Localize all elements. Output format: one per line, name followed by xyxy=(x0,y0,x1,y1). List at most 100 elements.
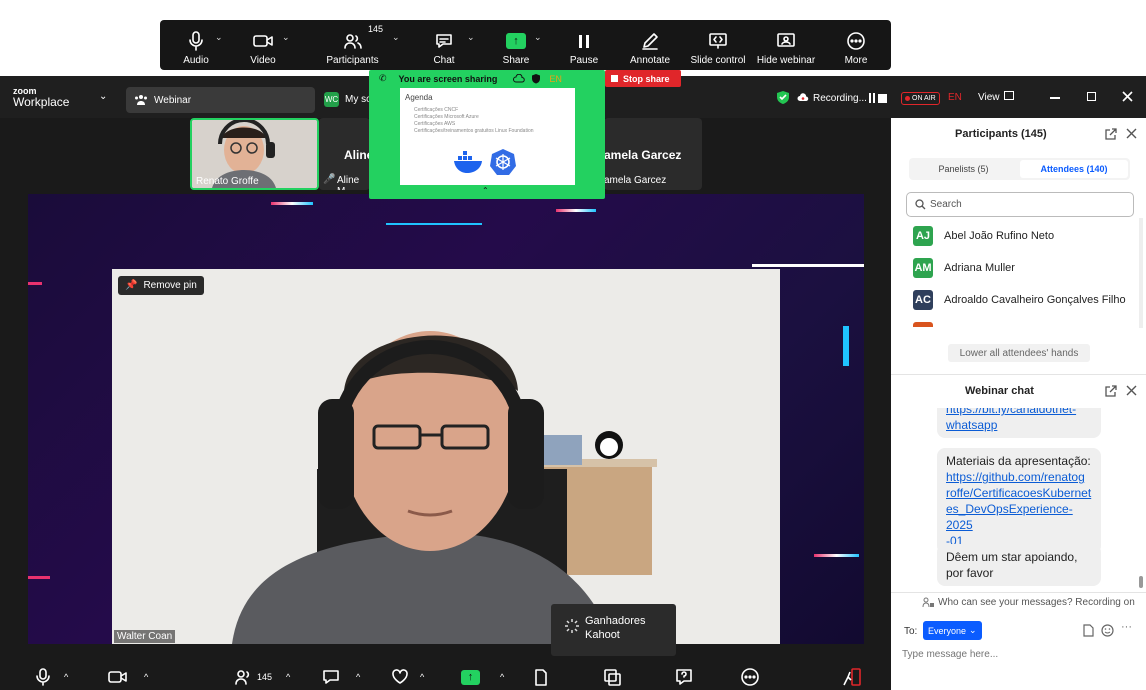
pinned-speaker-video[interactable]: 📌 Remove pin Walter Coan xyxy=(112,269,780,644)
participants-tabs: Panelists (5) Attendees (140) xyxy=(909,158,1130,180)
bottom-chat-icon xyxy=(323,670,339,684)
audio-options-caret[interactable]: ⌄ xyxy=(215,32,223,43)
chat-popout-icon[interactable] xyxy=(1105,385,1117,397)
video-label: Video xyxy=(250,55,276,66)
recording-pause-icon[interactable] xyxy=(869,93,875,103)
video-tile-pamela[interactable]: amela Garcez amela Garcez xyxy=(604,118,702,190)
attendee-row[interactable]: AJ Abel João Rufino Neto xyxy=(913,226,1054,246)
search-placeholder: Search xyxy=(930,199,962,210)
bottom-participants-button[interactable]: 145 ^ xyxy=(235,668,290,686)
bottom-apps-button[interactable] xyxy=(603,668,623,686)
bottom-whiteboard-button[interactable] xyxy=(534,668,548,686)
bottom-video-button[interactable]: ^ xyxy=(108,668,148,686)
audio-button[interactable]: Audio xyxy=(180,20,212,70)
attendee-avatar: AJ xyxy=(913,226,933,246)
bottom-more-button[interactable] xyxy=(740,668,760,686)
attendee-row[interactable]: AC Adroaldo Cavalheiro Gonçalves Filho xyxy=(913,290,1126,310)
bottom-share-icon: ↑ xyxy=(461,669,480,685)
docker-logo-icon xyxy=(454,151,482,173)
close-window-icon[interactable] xyxy=(1122,91,1133,102)
video-button[interactable]: Video xyxy=(248,20,278,70)
chat-link[interactable]: https://bit.ly/canaldotnet- xyxy=(946,408,1076,416)
meeting-name: My so xyxy=(345,94,372,105)
video-tile-aline[interactable]: Aline 🎤 Aline M xyxy=(319,118,370,190)
more-label: More xyxy=(844,55,868,66)
grid-view-icon[interactable] xyxy=(1004,91,1014,100)
participants-scrollbar[interactable] xyxy=(1139,218,1143,328)
stop-share-button[interactable]: Stop share xyxy=(605,70,681,87)
bottom-share-caret[interactable]: ^ xyxy=(500,672,504,682)
bottom-video-caret[interactable]: ^ xyxy=(144,672,148,682)
webinar-people-icon xyxy=(135,95,147,105)
tab-panelists[interactable]: Panelists (5) xyxy=(911,160,1016,178)
chat-message: https://bit.ly/canaldotnet- whatsapp xyxy=(937,408,1101,438)
panel-divider xyxy=(891,374,1146,375)
bottom-share-button[interactable]: ↑ ^ xyxy=(461,668,504,686)
share-button[interactable]: ↑ Share xyxy=(502,20,530,70)
meeting-toolbar: ^ ^ 145 ^ ^ ^ ↑ ^ xyxy=(0,662,891,690)
participants-search[interactable]: Search xyxy=(906,192,1134,217)
bottom-reactions-caret[interactable]: ^ xyxy=(420,672,424,682)
video-tile-renato[interactable]: Renato Groffe xyxy=(190,118,319,190)
webinar-tab[interactable]: Webinar xyxy=(126,87,315,113)
chat-link[interactable]: whatsapp xyxy=(946,418,997,432)
chat-link[interactable]: https://github.com/renatog xyxy=(946,470,1085,484)
recording-status[interactable]: Recording... xyxy=(813,93,867,104)
remove-pin-button[interactable]: 📌 Remove pin xyxy=(118,276,204,295)
shared-window-tooltip[interactable]: Ganhadores Kahoot xyxy=(551,604,676,656)
chat-options-caret[interactable]: ⌄ xyxy=(467,32,475,43)
close-participants-icon[interactable] xyxy=(1126,128,1137,139)
maximize-icon[interactable] xyxy=(1087,92,1096,101)
bottom-qa-button[interactable] xyxy=(675,668,693,686)
bottom-audio-button[interactable]: ^ xyxy=(36,668,68,686)
chat-more-icon[interactable]: ··· xyxy=(1121,621,1132,633)
bottom-leave-button[interactable] xyxy=(842,668,862,686)
document-icon xyxy=(535,668,547,686)
decor-bar-right xyxy=(752,264,864,267)
participants-options-caret[interactable]: ⌄ xyxy=(392,32,400,43)
share-options-caret[interactable]: ⌄ xyxy=(534,32,542,43)
lower-hands-button[interactable]: Lower all attendees' hands xyxy=(948,344,1090,362)
expand-chevron-icon[interactable]: ⌃ xyxy=(482,186,489,195)
close-chat-icon[interactable] xyxy=(1126,385,1137,396)
pause-share-button[interactable]: Pause xyxy=(570,20,598,70)
bottom-participants-caret[interactable]: ^ xyxy=(286,672,290,682)
minimize-icon[interactable] xyxy=(1050,97,1060,99)
bottom-chat-caret[interactable]: ^ xyxy=(356,672,360,682)
hide-webinar-button[interactable]: Hide webinar xyxy=(757,20,815,70)
bottom-chat-button[interactable]: ^ xyxy=(322,668,360,686)
recipient-select[interactable]: Everyone ⌄ xyxy=(923,621,982,640)
chat-messages: https://bit.ly/canaldotnet- whatsapp Mat… xyxy=(891,408,1146,588)
side-panel: Participants (145) Panelists (5) Attende… xyxy=(891,118,1146,690)
annotate-button[interactable]: Annotate xyxy=(628,20,672,70)
bottom-reactions-button[interactable]: ^ xyxy=(390,668,424,686)
attendee-row[interactable]: AM Adriana Muller xyxy=(913,258,1015,278)
privacy-notice[interactable]: Who can see your messages? Recording on xyxy=(922,597,1135,608)
share-language[interactable]: EN xyxy=(549,74,562,84)
emoji-icon[interactable] xyxy=(1101,624,1114,637)
language-indicator[interactable]: EN xyxy=(948,92,962,103)
chat-input[interactable] xyxy=(902,644,1132,664)
chat-button[interactable]: Chat xyxy=(432,20,456,70)
recording-stop-icon[interactable] xyxy=(878,94,887,103)
attendee-avatar-partial xyxy=(913,322,933,327)
file-icon[interactable] xyxy=(1083,624,1094,637)
screen-share-preview[interactable]: ✆ You are screen sharing EN Agenda Certi… xyxy=(369,70,605,199)
microphone-icon xyxy=(189,31,203,51)
bottom-audio-caret[interactable]: ^ xyxy=(64,672,68,682)
privacy-text: Who can see your messages? Recording on xyxy=(938,597,1135,608)
zoom-logo-bottom: Workplace xyxy=(13,95,70,109)
more-button[interactable]: More xyxy=(842,20,870,70)
logo-menu-chevron-icon[interactable]: ⌄ xyxy=(99,91,107,102)
attendee-avatar: AC xyxy=(913,290,933,310)
loading-spinner-icon xyxy=(565,619,579,633)
popout-icon[interactable] xyxy=(1105,128,1117,140)
slide-control-button[interactable]: Slide control xyxy=(690,20,746,70)
chat-scrollbar-thumb[interactable] xyxy=(1139,576,1143,588)
view-button[interactable]: View xyxy=(978,92,1000,103)
video-options-caret[interactable]: ⌄ xyxy=(282,32,290,43)
chat-link[interactable]: roffe/CertificacoesKubernet xyxy=(946,486,1091,500)
host-avatar: WC xyxy=(324,92,339,107)
tab-attendees[interactable]: Attendees (140) xyxy=(1020,160,1128,178)
chat-link[interactable]: es_DevOpsExperience-2025 xyxy=(946,502,1073,532)
